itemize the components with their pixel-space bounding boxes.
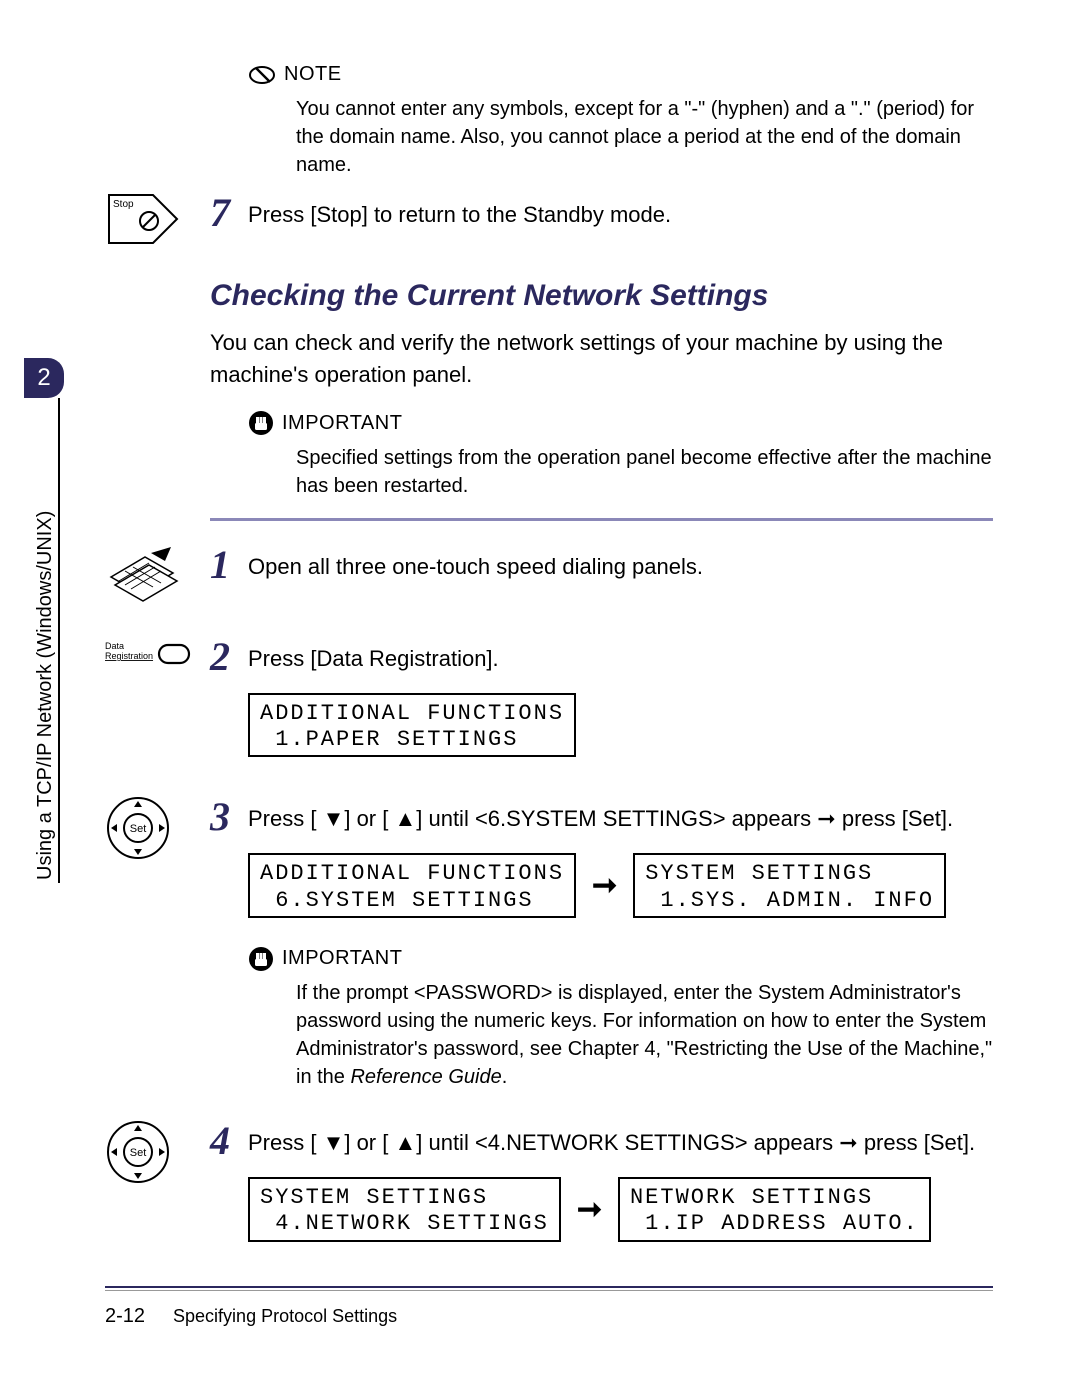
step-number-1: 1 xyxy=(210,543,248,585)
important2-body: If the prompt <PASSWORD> is displayed, e… xyxy=(296,979,993,1091)
note-label: NOTE xyxy=(284,60,342,89)
page-number: 2-12 xyxy=(105,1305,145,1328)
important-icon xyxy=(248,410,274,436)
footer-title: Specifying Protocol Settings xyxy=(173,1306,397,1327)
lcd-display: SYSTEM SETTINGS 4.NETWORK SETTINGS xyxy=(248,1177,561,1242)
lcd-display: ADDITIONAL FUNCTIONS 6.SYSTEM SETTINGS xyxy=(248,853,576,918)
svg-text:Registration: Registration xyxy=(105,651,153,661)
step3-text: Press [ ▼] or [ ▲] until <6.SYSTEM SETTI… xyxy=(248,795,993,835)
step-number-7: 7 xyxy=(210,191,248,233)
set-button-icon: Set xyxy=(105,1119,171,1185)
step-number-4: 4 xyxy=(210,1119,248,1161)
set-button-icon: Set xyxy=(105,795,171,861)
svg-text:Set: Set xyxy=(130,1147,147,1159)
stop-label: Stop xyxy=(113,199,134,210)
stop-button-icon: Stop xyxy=(105,191,181,249)
lcd-display: ADDITIONAL FUNCTIONS 1.PAPER SETTINGS xyxy=(248,693,576,758)
arrow-icon: ➞ xyxy=(577,1188,602,1232)
important1-label: IMPORTANT xyxy=(282,409,402,438)
arrow-icon: ➞ xyxy=(592,864,617,908)
note-body: You cannot enter any symbols, except for… xyxy=(296,95,993,179)
chapter-number: 2 xyxy=(37,364,50,392)
section-heading: Checking the Current Network Settings xyxy=(210,279,993,313)
svg-text:Set: Set xyxy=(130,823,147,835)
data-registration-icon: Data Registration xyxy=(105,639,195,669)
important1-body: Specified settings from the operation pa… xyxy=(296,444,993,500)
important-icon xyxy=(248,946,274,972)
svg-text:Data: Data xyxy=(105,641,124,651)
divider xyxy=(210,518,993,521)
important2-label: IMPORTANT xyxy=(282,944,402,973)
section-intro: You can check and verify the network set… xyxy=(210,327,993,391)
chapter-title: Using a TCP/IP Network (Windows/UNIX) xyxy=(34,511,57,880)
step7-text: Press [Stop] to return to the Standby mo… xyxy=(248,191,993,231)
note-icon xyxy=(248,64,276,86)
sidebar-divider xyxy=(58,398,60,883)
step2-text: Press [Data Registration]. xyxy=(248,635,993,675)
step1-text: Open all three one-touch speed dialing p… xyxy=(248,543,993,583)
dial-panels-icon xyxy=(105,543,181,609)
lcd-display: SYSTEM SETTINGS 1.SYS. ADMIN. INFO xyxy=(633,853,946,918)
lcd-display: NETWORK SETTINGS 1.IP ADDRESS AUTO. xyxy=(618,1177,931,1242)
page-footer: 2-12 Specifying Protocol Settings xyxy=(105,1286,993,1328)
step-number-2: 2 xyxy=(210,635,248,677)
step-number-3: 3 xyxy=(210,795,248,837)
chapter-tab: 2 xyxy=(24,358,64,398)
step4-text: Press [ ▼] or [ ▲] until <4.NETWORK SETT… xyxy=(248,1119,993,1159)
